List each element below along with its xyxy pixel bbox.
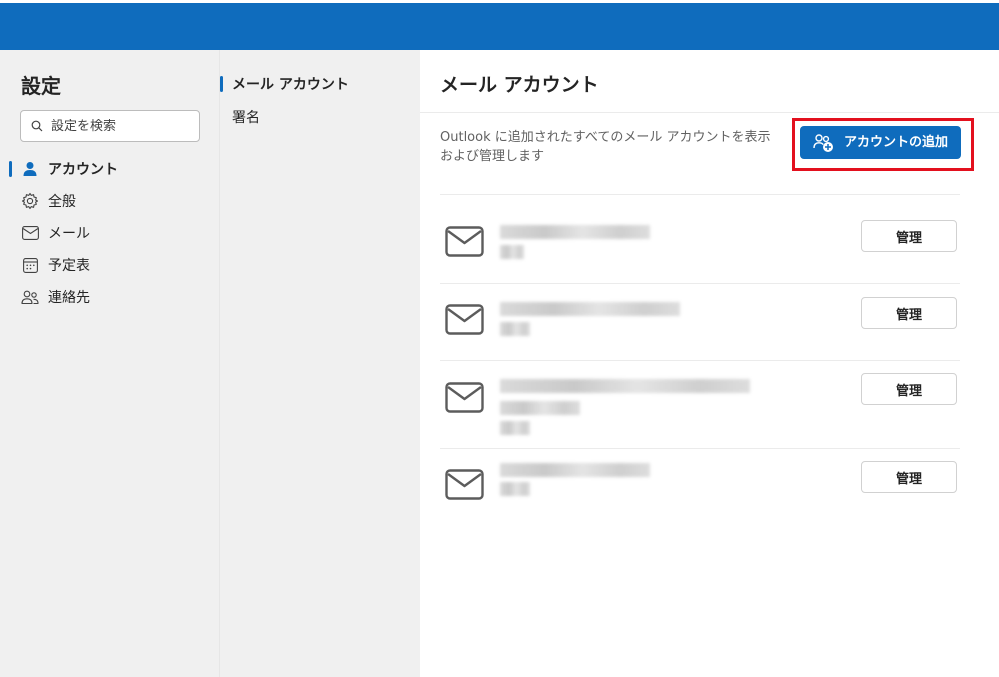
settings-sidebar: 設定 アカウント 全般: [0, 50, 220, 677]
page-description: Outlook に追加されたすべてのメール アカウントを表示および管理します: [440, 130, 771, 164]
mail-icon: [445, 382, 484, 413]
nav-item-accounts[interactable]: アカウント: [0, 153, 220, 185]
calendar-icon: [21, 256, 39, 274]
nav-item-label: メール: [48, 226, 90, 242]
mail-icon: [445, 226, 484, 257]
account-list: 管理 管理 管理 管理: [440, 194, 960, 518]
people-icon: [21, 288, 39, 306]
settings-search-box[interactable]: [20, 110, 200, 142]
add-people-icon: [813, 133, 837, 153]
redacted-account-type: [500, 482, 530, 496]
redacted-account-name-cont: [500, 401, 580, 415]
manage-button[interactable]: 管理: [861, 297, 957, 329]
redacted-account-type: [500, 245, 524, 259]
manage-button[interactable]: 管理: [861, 373, 957, 405]
nav-item-mail[interactable]: メール: [0, 217, 220, 249]
subnav-item-label: 署名: [232, 109, 260, 126]
nav-item-calendar[interactable]: 予定表: [0, 249, 220, 281]
account-row: 管理: [440, 194, 960, 283]
subnav-item-mail-accounts[interactable]: メール アカウント: [220, 67, 420, 100]
gear-icon: [21, 192, 39, 210]
redacted-account-name: [500, 379, 750, 393]
title-bar: [0, 3, 999, 50]
main-header: メール アカウント: [420, 50, 999, 113]
mail-icon: [445, 469, 484, 500]
redacted-account-type: [500, 322, 530, 336]
settings-nav: アカウント 全般 メール 予定表 連絡先: [0, 153, 220, 313]
redacted-account-name: [500, 463, 650, 477]
person-icon: [21, 160, 39, 178]
account-row: 管理: [440, 360, 960, 448]
nav-item-label: 連絡先: [48, 290, 90, 306]
redacted-account-type: [500, 421, 530, 435]
nav-item-label: 予定表: [48, 258, 90, 274]
nav-item-contacts[interactable]: 連絡先: [0, 281, 220, 313]
account-row: 管理: [440, 448, 960, 518]
mail-icon: [445, 304, 484, 335]
add-account-button[interactable]: アカウントの追加: [800, 126, 961, 159]
redacted-account-name: [500, 225, 650, 239]
manage-button[interactable]: 管理: [861, 220, 957, 252]
add-account-label: アカウントの追加: [843, 134, 948, 150]
nav-item-label: アカウント: [48, 162, 118, 178]
subnav-list: メール アカウント 署名: [220, 67, 420, 133]
nav-item-general[interactable]: 全般: [0, 185, 220, 217]
page-title: メール アカウント: [440, 74, 599, 96]
main-content: メール アカウント Outlook に追加されたすべてのメール アカウントを表示…: [420, 50, 999, 677]
settings-title: 設定: [21, 74, 61, 98]
account-row: 管理: [440, 283, 960, 360]
settings-search-input[interactable]: [51, 118, 191, 134]
redacted-account-name: [500, 302, 680, 316]
subnav-item-signature[interactable]: 署名: [220, 100, 420, 133]
subnav-item-label: メール アカウント: [232, 76, 349, 93]
manage-button[interactable]: 管理: [861, 461, 957, 493]
nav-item-label: 全般: [48, 194, 76, 210]
settings-subnav: メール アカウント 署名: [220, 50, 420, 677]
mail-icon: [21, 224, 39, 242]
search-icon: [31, 120, 43, 132]
